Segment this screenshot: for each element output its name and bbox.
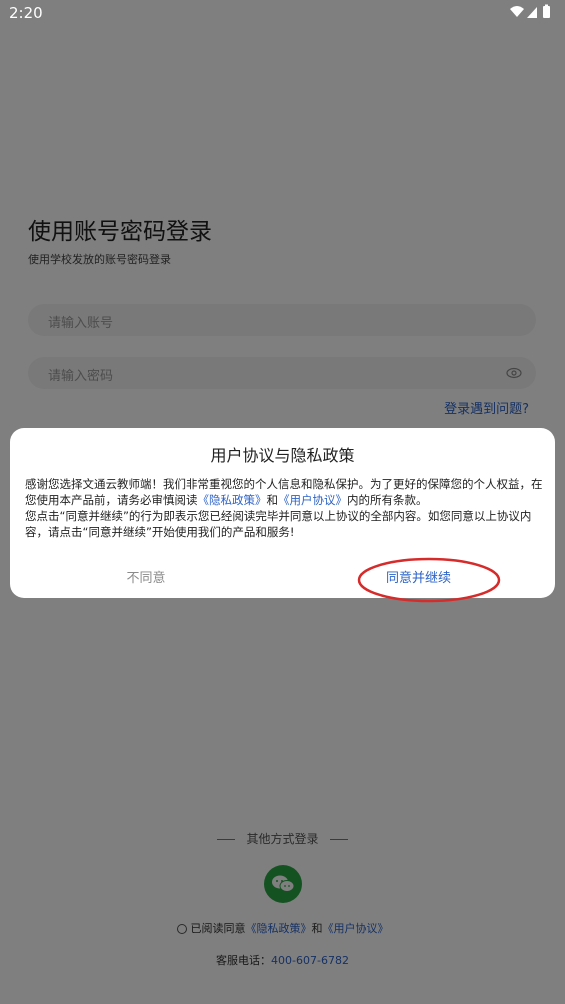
disagree-button[interactable]: 不同意: [10, 562, 282, 590]
dialog-p1-and: 和: [266, 493, 279, 507]
dialog-body: 感谢您选择文通云教师端！我们非常重视您的个人信息和隐私保护。为了更好的保障您的个…: [25, 476, 545, 540]
dialog-title: 用户协议与隐私政策: [210, 446, 355, 465]
dialog-privacy-link[interactable]: 《隐私政策》: [198, 493, 267, 507]
signal-icon: [527, 7, 537, 18]
agreement-dialog: 用户协议与隐私政策 感谢您选择文通云教师端！我们非常重视您的个人信息和隐私保护。…: [10, 428, 555, 598]
agree-continue-button[interactable]: 同意并继续: [282, 562, 555, 590]
status-icons: [510, 4, 550, 18]
dialog-paragraph-2: 您点击“同意并继续”的行为即表示您已经阅读完毕并同意以上协议的全部内容。如您同意…: [25, 509, 532, 539]
dialog-user-agreement-link[interactable]: 《用户协议》: [278, 493, 347, 507]
wifi-icon: [510, 6, 524, 17]
status-time: 2:20: [9, 4, 43, 22]
status-bar: 2:20: [0, 0, 565, 26]
dialog-paragraph-1: 感谢您选择文通云教师端！我们非常重视您的个人信息和隐私保护。为了更好的保障您的个…: [25, 476, 545, 508]
battery-icon: [543, 6, 550, 18]
dialog-p1-tail: 内的所有条款。: [347, 493, 428, 507]
